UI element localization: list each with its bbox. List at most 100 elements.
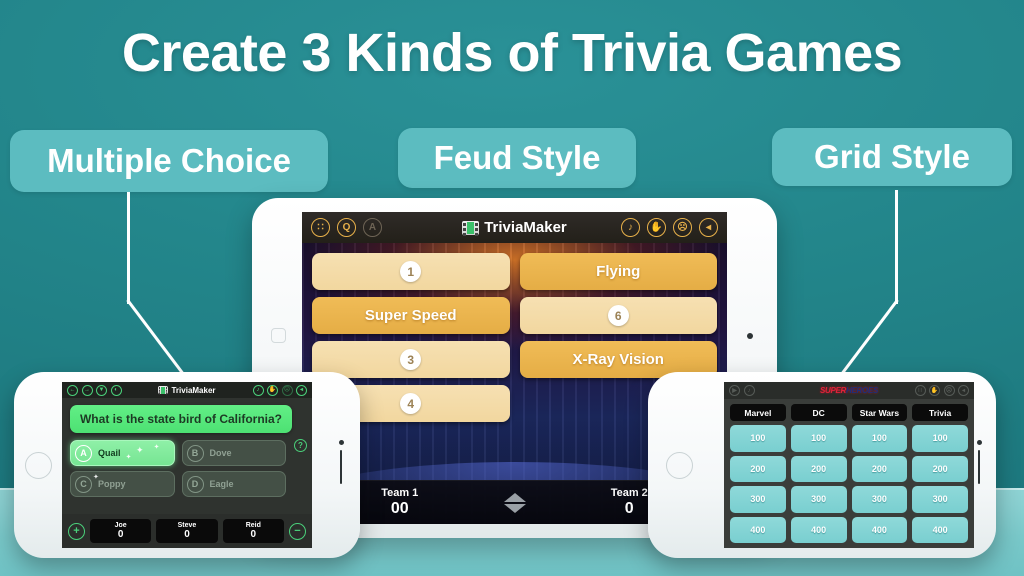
category-header: Star Wars <box>851 404 908 421</box>
phone-screen-right: ▶ ♪ SUPERHEROES ∷ ✋ ☹ ◂ Marvel DC Star W… <box>724 382 974 548</box>
pill-label: Multiple Choice <box>47 142 291 179</box>
feud-tile[interactable]: 3 <box>312 341 510 378</box>
connector-line-right-vertical <box>895 190 898 304</box>
player-card[interactable]: Steve 0 <box>156 519 218 543</box>
grid-value-cell[interactable]: 100 <box>790 425 847 452</box>
grid-value-cell[interactable]: 300 <box>851 486 908 513</box>
label-grid-style: Grid Style <box>772 128 1012 186</box>
phone-camera-icon <box>338 440 344 445</box>
player-score: 0 <box>250 529 257 540</box>
grid-value-cell[interactable]: 300 <box>730 486 786 513</box>
minus-circle-icon[interactable]: − <box>288 522 306 540</box>
phone-home-button[interactable] <box>25 452 52 479</box>
sparkle-icon: ✦ <box>125 454 132 461</box>
option-text: Poppy <box>98 479 126 489</box>
tile-answer: Flying <box>596 263 641 280</box>
pill-label: Feud Style <box>433 139 601 176</box>
phone-camera-icon <box>976 440 982 445</box>
score-stepper[interactable] <box>498 492 532 513</box>
tile-number: 1 <box>400 261 422 282</box>
answer-option-d[interactable]: D Eagle <box>181 471 286 497</box>
grid-value-cell[interactable]: 200 <box>730 455 786 482</box>
tablet-toolbar-right-group: ♪ ✋ ☹ ◂ <box>621 218 718 237</box>
label-multiple-choice: Multiple Choice <box>10 130 328 192</box>
player-name: Reid <box>245 522 261 529</box>
filmstrip-logo-icon <box>462 220 480 235</box>
player-name: Steve <box>177 522 197 529</box>
grid-value-cell[interactable]: 200 <box>851 455 908 482</box>
grid-value-cell[interactable]: 100 <box>912 425 968 452</box>
mc-question-area: What is the state bird of California? ? … <box>62 398 312 548</box>
tablet-camera-icon <box>747 333 753 339</box>
category-grid-board: Marvel DC Star Wars Trivia 100 100 100 1… <box>724 399 974 548</box>
tablet-toolbar: ∷ Q A TriviaMaker ♪ ✋ ☹ ◂ <box>302 212 727 243</box>
sad-face-icon[interactable]: ☹ <box>673 218 692 237</box>
option-text: Dove <box>209 448 232 458</box>
grid-value-cell[interactable]: 200 <box>790 455 847 482</box>
phone-home-button[interactable] <box>666 452 693 479</box>
question-text: What is the state bird of California? <box>70 405 292 433</box>
game-logo: SUPERHEROES <box>724 386 974 395</box>
feud-tile[interactable]: 1 <box>312 253 510 290</box>
connector-line-left-diagonal <box>126 299 189 381</box>
player-card[interactable]: Joe 0 <box>90 519 152 543</box>
player-scoreboard: + Joe 0 Steve 0 Reid 0 − <box>62 514 312 548</box>
answer-option-c[interactable]: C Poppy ✦ <box>70 471 175 497</box>
player-score: 0 <box>184 529 190 540</box>
plus-circle-icon[interactable]: + <box>68 522 85 540</box>
sparkle-icon: ✦ <box>135 445 144 455</box>
music-note-icon[interactable]: ♪ <box>621 218 640 237</box>
promo-stage: Create 3 Kinds of Trivia Games Multiple … <box>0 0 1024 576</box>
category-header: Trivia <box>912 404 968 421</box>
arrow-down-icon[interactable] <box>503 503 526 513</box>
option-letter: D <box>186 475 204 493</box>
grid-value-cell[interactable]: 400 <box>851 516 908 543</box>
answer-option-a[interactable]: A Quail ✦ ✦ ✦ <box>70 440 175 466</box>
clap-hands-icon[interactable]: ✋ <box>647 218 666 237</box>
option-letter: A <box>75 444 92 462</box>
option-letter: C <box>75 475 92 493</box>
connector-line-left-vertical <box>127 192 130 304</box>
grid-value-cell[interactable]: 400 <box>730 516 786 543</box>
feud-tile[interactable]: 6 <box>519 297 717 334</box>
category-header: Marvel <box>730 404 786 421</box>
mute-speaker-icon[interactable]: ◂ <box>699 218 718 237</box>
phone-speaker-icon <box>977 450 980 484</box>
phone-device-grid: ▶ ♪ SUPERHEROES ∷ ✋ ☹ ◂ Marvel DC Star W… <box>648 372 996 558</box>
filmstrip-logo-icon <box>158 386 169 394</box>
grid-value-cell[interactable]: 400 <box>912 516 968 543</box>
feud-tile[interactable]: Flying <box>519 253 717 290</box>
grid-value-cell[interactable]: 400 <box>790 516 847 543</box>
mc-toolbar: ← → ▼ ◐ TriviaMaker ♪ ✋ ☹ ◂ <box>62 382 312 398</box>
tablet-home-button[interactable] <box>271 328 286 343</box>
arrow-up-icon[interactable] <box>503 492 526 502</box>
help-question-icon[interactable]: ? <box>294 439 307 452</box>
grid-value-cell[interactable]: 300 <box>912 486 968 513</box>
grid-value-cell[interactable]: 100 <box>851 425 908 452</box>
phone-device-multiple-choice: ← → ▼ ◐ TriviaMaker ♪ ✋ ☹ ◂ What is the … <box>14 372 360 558</box>
grid-value-cell[interactable]: 200 <box>912 455 968 482</box>
grid-toolbar: ▶ ♪ SUPERHEROES ∷ ✋ ☹ ◂ <box>724 382 974 399</box>
feud-tile[interactable]: Super Speed <box>312 297 510 334</box>
tile-answer: Super Speed <box>364 307 457 324</box>
option-text: Eagle <box>209 479 234 489</box>
grid-value-cell[interactable]: 100 <box>730 425 786 452</box>
phone-speaker-icon <box>339 450 342 484</box>
app-name-label: TriviaMaker <box>171 385 216 395</box>
player-card[interactable]: Reid 0 <box>222 519 284 543</box>
tablet-toolbar-left-group: ∷ Q A <box>311 218 382 237</box>
grid-value-cell[interactable]: 300 <box>790 486 847 513</box>
question-icon[interactable]: Q <box>337 218 356 237</box>
pill-label: Grid Style <box>814 138 970 175</box>
phone-screen-left: ← → ▼ ◐ TriviaMaker ♪ ✋ ☹ ◂ What is the … <box>62 382 312 548</box>
answer-icon[interactable]: A <box>363 218 382 237</box>
app-name-label: TriviaMaker <box>484 219 567 236</box>
answer-option-b[interactable]: B Dove <box>181 440 286 466</box>
connector-line-right-diagonal <box>836 299 899 381</box>
grid-icon[interactable]: ∷ <box>311 218 330 237</box>
option-text: Quail <box>98 448 121 458</box>
sparkle-icon: ✦ <box>153 444 160 451</box>
category-header: DC <box>790 404 847 421</box>
answer-options-list: A Quail ✦ ✦ ✦ B Dove C Poppy ✦ D Eagle <box>70 440 286 497</box>
tile-number: 6 <box>607 305 629 326</box>
